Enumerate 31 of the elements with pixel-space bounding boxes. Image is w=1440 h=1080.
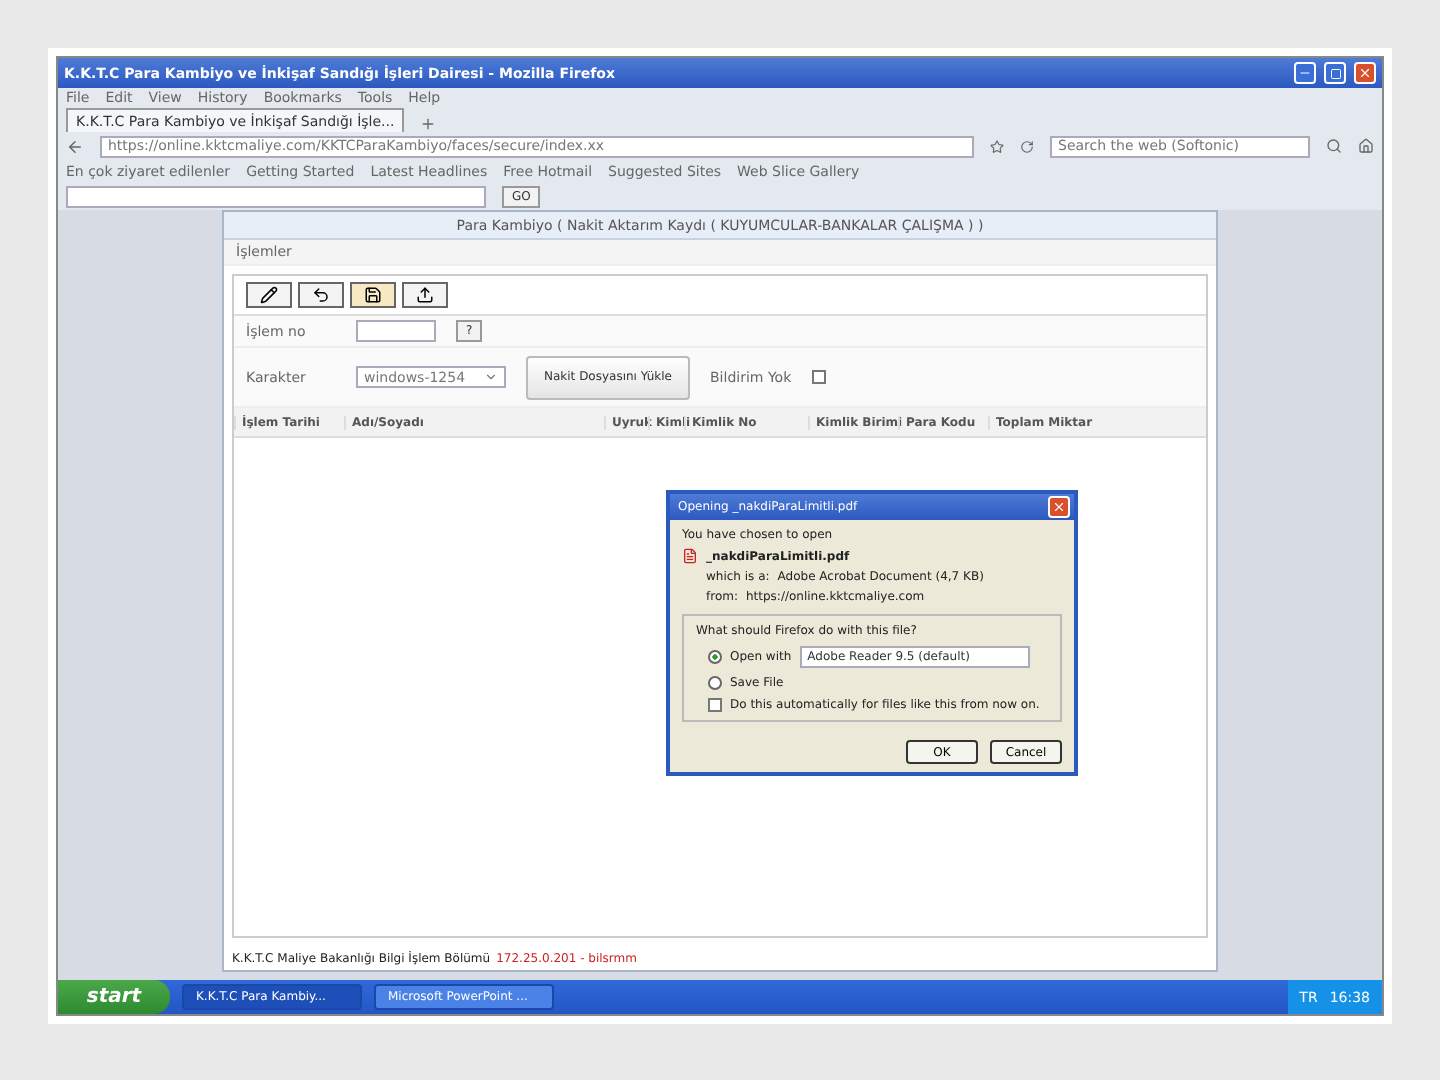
toolbar-button[interactable] [298, 282, 344, 308]
checkbox[interactable] [811, 370, 826, 384]
toolbar-button[interactable] [246, 282, 292, 308]
back-icon[interactable] [66, 137, 84, 155]
dropdown-icon [484, 370, 498, 384]
checkbox[interactable] [708, 698, 722, 712]
reload-icon[interactable] [1020, 139, 1034, 153]
radio-button[interactable] [708, 650, 722, 664]
search-icon[interactable] [1326, 138, 1342, 154]
toolbar-button[interactable] [402, 282, 448, 308]
pdf-file-icon [682, 548, 698, 564]
start-button[interactable]: start [58, 980, 170, 1014]
undo-icon [312, 286, 330, 304]
close-button[interactable] [1354, 62, 1376, 84]
toolbar-button[interactable] [350, 282, 396, 308]
maximize-icon [1329, 67, 1341, 79]
pencil-icon [260, 286, 278, 304]
minimize-button[interactable] [1294, 62, 1316, 84]
close-button[interactable] [1048, 496, 1070, 518]
new-tab-icon[interactable] [420, 116, 437, 132]
star-icon[interactable] [990, 139, 1004, 153]
islem-no-field[interactable] [356, 320, 436, 342]
home-icon[interactable] [1358, 138, 1374, 154]
minimize-icon [1298, 66, 1312, 80]
radio-button[interactable] [708, 676, 722, 690]
upload-icon [416, 286, 434, 304]
toolbar-search-field[interactable] [66, 186, 486, 208]
maximize-button[interactable] [1324, 62, 1346, 84]
close-icon [1052, 500, 1066, 514]
close-icon [1358, 66, 1372, 80]
save-icon [364, 286, 382, 304]
